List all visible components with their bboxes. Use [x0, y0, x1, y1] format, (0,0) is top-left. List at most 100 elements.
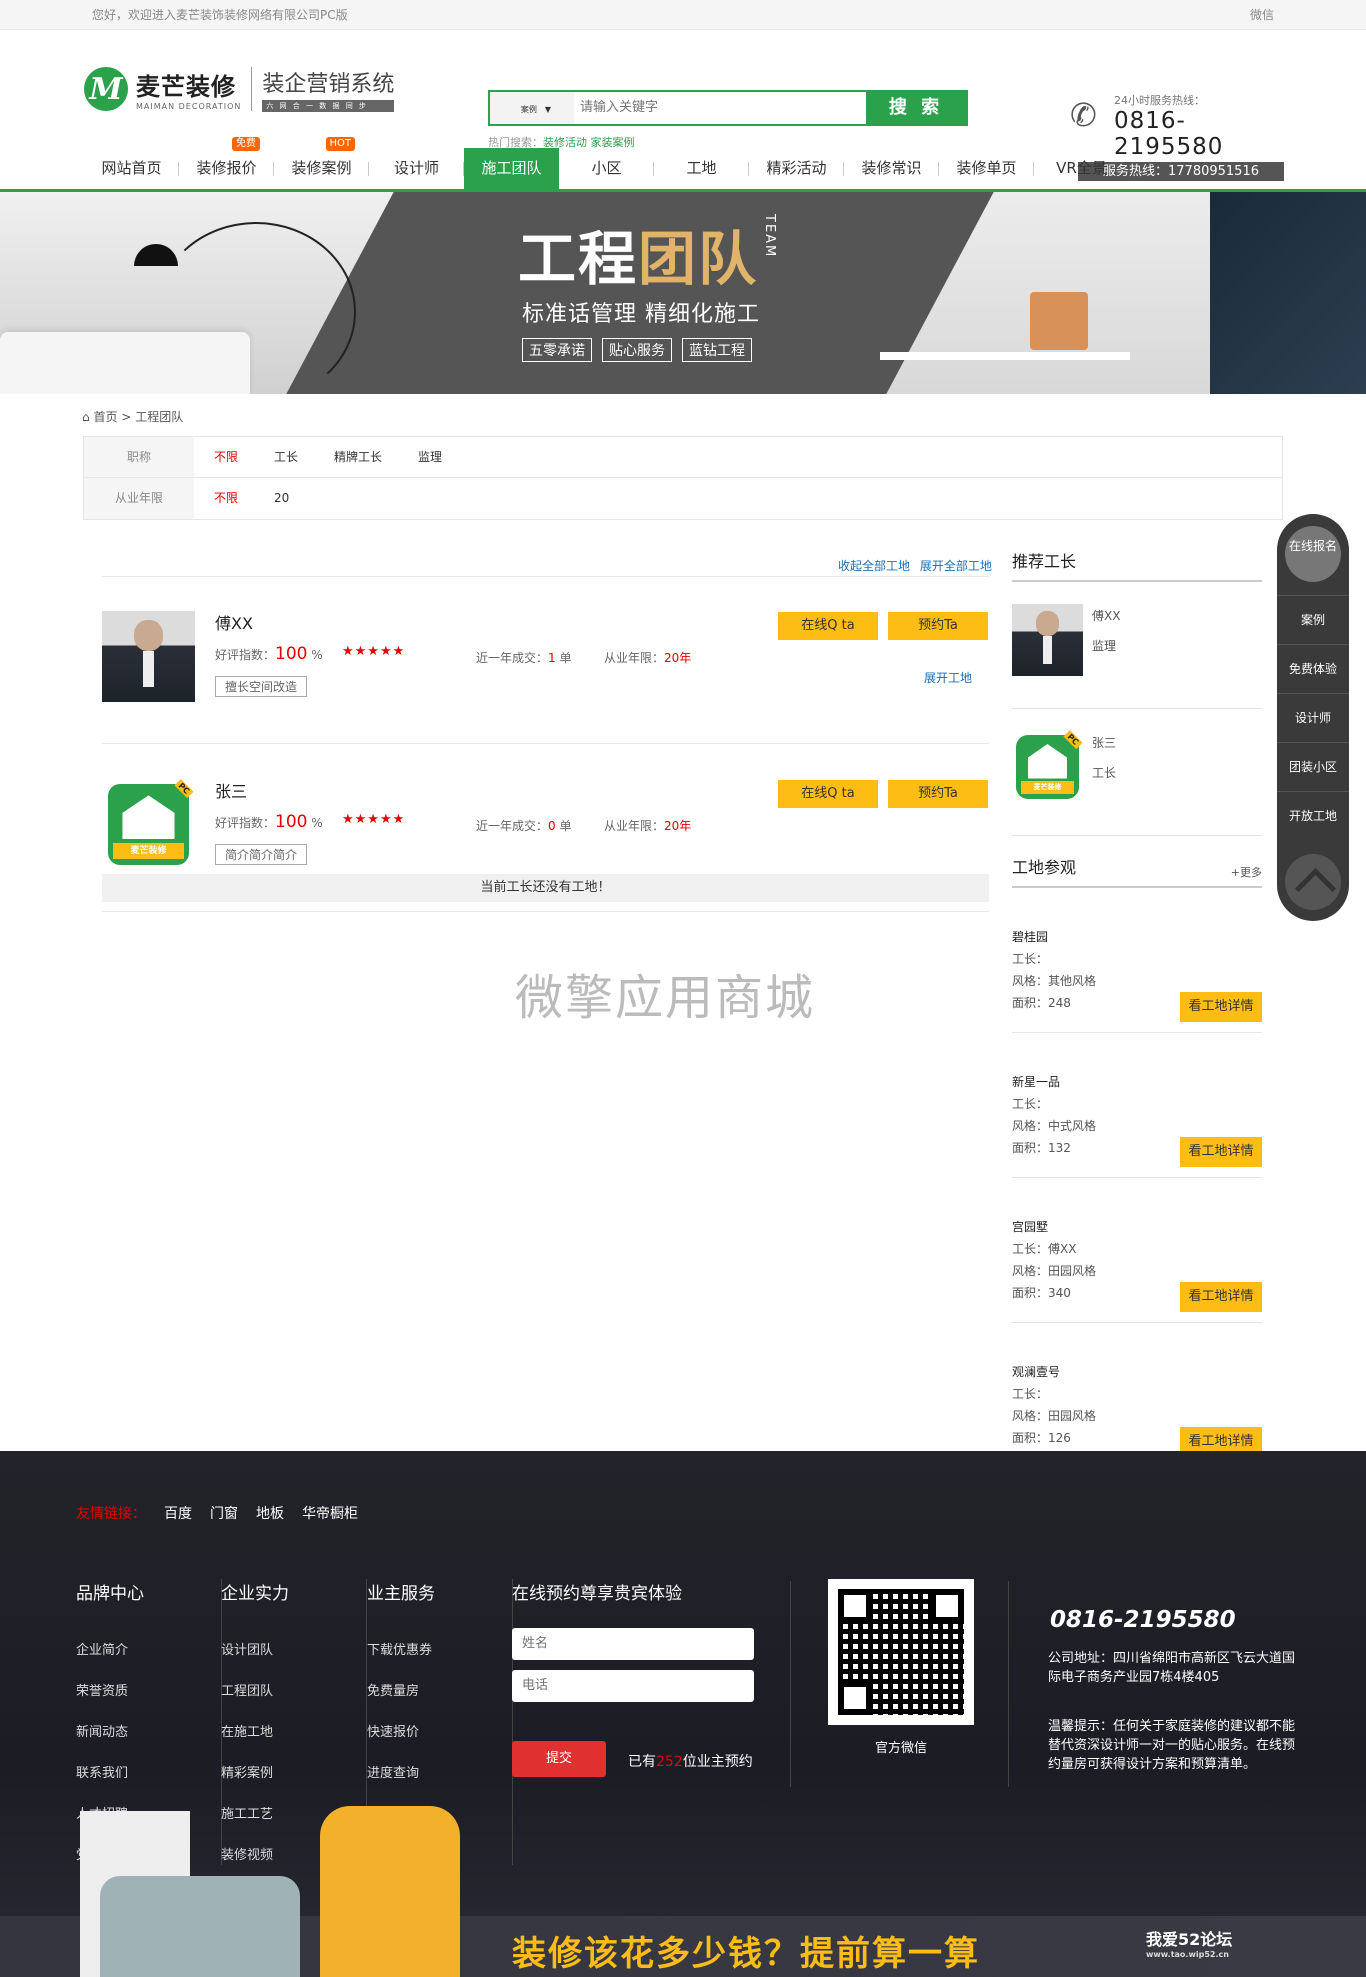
member-tag: 擅长空间改造: [215, 676, 308, 697]
footer-link[interactable]: 快速报价: [367, 1712, 512, 1753]
nav-item[interactable]: 设计师: [369, 148, 464, 189]
book-button[interactable]: 预约Ta: [888, 780, 988, 808]
footer-link[interactable]: 下载优惠券: [367, 1630, 512, 1671]
float-item-designer[interactable]: 设计师: [1277, 693, 1349, 742]
logo-name-en: MAIMAN DECORATION: [136, 102, 242, 111]
float-item-open-site[interactable]: 开放工地: [1277, 791, 1349, 840]
site-name[interactable]: 新星一品: [1012, 1073, 1060, 1090]
friend-link[interactable]: 百度: [164, 1506, 192, 1522]
member-name[interactable]: 张三: [215, 778, 247, 802]
logo-slogan-sub: 六 网 合 一 数 据 同 步: [262, 100, 395, 112]
name-input[interactable]: [512, 1628, 754, 1660]
friend-link[interactable]: 门窗: [210, 1506, 238, 1522]
float-toolbar: 在线报名 案例 免费体验 设计师 团装小区 开放工地: [1277, 514, 1349, 921]
member-score: 100: [275, 644, 308, 664]
footer-link[interactable]: 企业简介: [76, 1630, 221, 1671]
nav-item[interactable]: 工地: [654, 148, 749, 189]
armchair: [320, 1806, 460, 1977]
footer-link[interactable]: 新闻动态: [76, 1712, 221, 1753]
sites-more-link[interactable]: +更多: [1231, 864, 1262, 880]
expand-all-link[interactable]: 展开全部工地: [920, 559, 992, 573]
collapse-all-link[interactable]: 收起全部工地: [838, 559, 910, 573]
nav-item[interactable]: 精彩活动: [749, 148, 844, 189]
filter-option[interactable]: 监理: [418, 437, 442, 477]
recommend-item[interactable]: 麦芒装修 PC 张三 工长: [1012, 709, 1262, 836]
footer-link[interactable]: 设计团队: [221, 1630, 366, 1671]
filter-option[interactable]: 精牌工长: [334, 437, 382, 477]
site-name[interactable]: 宫园墅: [1012, 1218, 1048, 1235]
footer: 友情链接： 百度 门窗 地板 华帝橱柜 品牌中心 企业简介 荣誉资质 新闻动态 联系我们…: [0, 1451, 1366, 1977]
friend-link[interactable]: 地板: [256, 1506, 284, 1522]
site-name[interactable]: 观澜壹号: [1012, 1363, 1060, 1380]
logo-divider: [251, 67, 253, 111]
book-button[interactable]: 预约Ta: [888, 612, 988, 640]
float-item-community[interactable]: 团装小区: [1277, 742, 1349, 791]
filter-option[interactable]: 工长: [274, 437, 298, 477]
sites-title: 工地参观 +更多: [1012, 854, 1262, 888]
footer-link[interactable]: 精彩案例: [221, 1753, 366, 1794]
filter-option[interactable]: 不限: [214, 478, 238, 519]
footer-phone: 0816-2195580: [1050, 1607, 1236, 1633]
nav-item[interactable]: 施工团队: [464, 148, 559, 189]
footer-address: 公司地址：四川省绵阳市高新区飞云大道国际电子商务产业园7栋4楼405: [1048, 1651, 1296, 1685]
back-to-top-icon[interactable]: [1285, 854, 1341, 910]
no-sites-notice: 当前工长还没有工地！: [102, 874, 989, 902]
banner-team: TEAM: [762, 214, 777, 259]
footer-link[interactable]: 荣誉资质: [76, 1671, 221, 1712]
online-signup-button[interactable]: 在线报名: [1285, 526, 1341, 582]
nav-item[interactable]: 装修案例 HOT: [274, 137, 369, 189]
sidebar: 推荐工长 傅XX 监理 麦芒装修 PC 张三 工长 工地参观 +更多 碧桂园 工长：风…: [1012, 548, 1262, 1468]
friend-links: 友情链接： 百度 门窗 地板 华帝橱柜: [76, 1506, 358, 1522]
site-name[interactable]: 碧桂园: [1012, 928, 1048, 945]
recommend-avatar: 麦芒装修 PC: [1012, 730, 1083, 803]
calc-banner[interactable]: 装修该花多少钱？提前算一算 我爱52论坛 www.tao.wip52.cn: [0, 1806, 1366, 1977]
logo[interactable]: M 麦芒装修 MAIMAN DECORATION 装企营销系统 六 网 合 一 …: [84, 66, 395, 112]
friend-link[interactable]: 华帝橱柜: [302, 1506, 358, 1522]
welcome-text: 您好，欢迎进入麦芒装饰装修网络有限公司PC版: [92, 8, 348, 22]
filter-option[interactable]: 20: [274, 478, 289, 519]
member-avatar[interactable]: 麦芒装修 PC: [102, 779, 195, 870]
member-name[interactable]: 傅XX: [215, 610, 253, 634]
nav-item[interactable]: VR全景: [1034, 148, 1129, 189]
phone-input[interactable]: [512, 1670, 754, 1702]
site-detail-button[interactable]: 看工地详情: [1180, 1282, 1262, 1312]
recommend-item[interactable]: 傅XX 监理: [1012, 582, 1262, 709]
nav-item[interactable]: 装修常识: [844, 148, 939, 189]
list-actions: 收起全部工地 展开全部工地: [832, 557, 992, 574]
site-detail-button[interactable]: 看工地详情: [1180, 992, 1262, 1022]
home-icon: ⌂: [82, 410, 90, 424]
online-qq-button[interactable]: 在线Q ta: [778, 612, 878, 640]
member-avatar[interactable]: [102, 611, 195, 702]
sofa: [100, 1876, 300, 1977]
site-item: 碧桂园 工长： 风格：其他风格 面积：248 看工地详情: [1012, 888, 1262, 1033]
footer-link[interactable]: 联系我们: [76, 1753, 221, 1794]
nav-item[interactable]: 网站首页: [84, 148, 179, 189]
banner: 工程团队 TEAM 标准话管理 精细化施工 五零承诺 贴心服务 蓝钻工程: [0, 192, 1366, 394]
float-item-case[interactable]: 案例: [1277, 595, 1349, 644]
footer-link[interactable]: 免费量房: [367, 1671, 512, 1712]
nav-item[interactable]: 装修报价 免费: [179, 137, 274, 189]
footer-tip: 温馨提示：任何关于家庭装修的建议都不能替代资深设计师一对一的贴心服务。在线预约量…: [1048, 1719, 1296, 1772]
nav-item[interactable]: 装修单页: [939, 148, 1034, 189]
site-item: 新星一品 工长： 风格：中式风格 面积：132 看工地详情: [1012, 1033, 1262, 1178]
weixin-link[interactable]: 微信: [1250, 0, 1274, 30]
logo-name: 麦芒装修: [136, 73, 236, 101]
nav-item[interactable]: 小区: [559, 148, 654, 189]
banner-chip: 贴心服务: [602, 338, 672, 362]
footer-link[interactable]: 在施工地: [221, 1712, 366, 1753]
member-score: 100: [275, 812, 308, 832]
float-item-trial[interactable]: 免费体验: [1277, 644, 1349, 693]
member-card: 傅XX 好评指数：100 % ★★★★★ 近一年成交：1 单 从业年限：20年 …: [102, 576, 989, 744]
footer-link[interactable]: 工程团队: [221, 1671, 366, 1712]
online-qq-button[interactable]: 在线Q ta: [778, 780, 878, 808]
footer-link[interactable]: 进度查询: [367, 1753, 512, 1794]
breadcrumb-home[interactable]: 首页: [93, 410, 117, 424]
chevron-down-icon: ▼: [544, 105, 552, 114]
site-detail-button[interactable]: 看工地详情: [1180, 1137, 1262, 1167]
filter-option[interactable]: 不限: [214, 437, 238, 477]
submit-button[interactable]: 提交: [512, 1741, 606, 1777]
header: M 麦芒装修 MAIMAN DECORATION 装企营销系统 六 网 合 一 …: [0, 30, 1366, 181]
sofa: [0, 332, 250, 394]
expand-sites-link[interactable]: 展开工地: [924, 669, 972, 686]
nav-badge: HOT: [325, 137, 355, 151]
